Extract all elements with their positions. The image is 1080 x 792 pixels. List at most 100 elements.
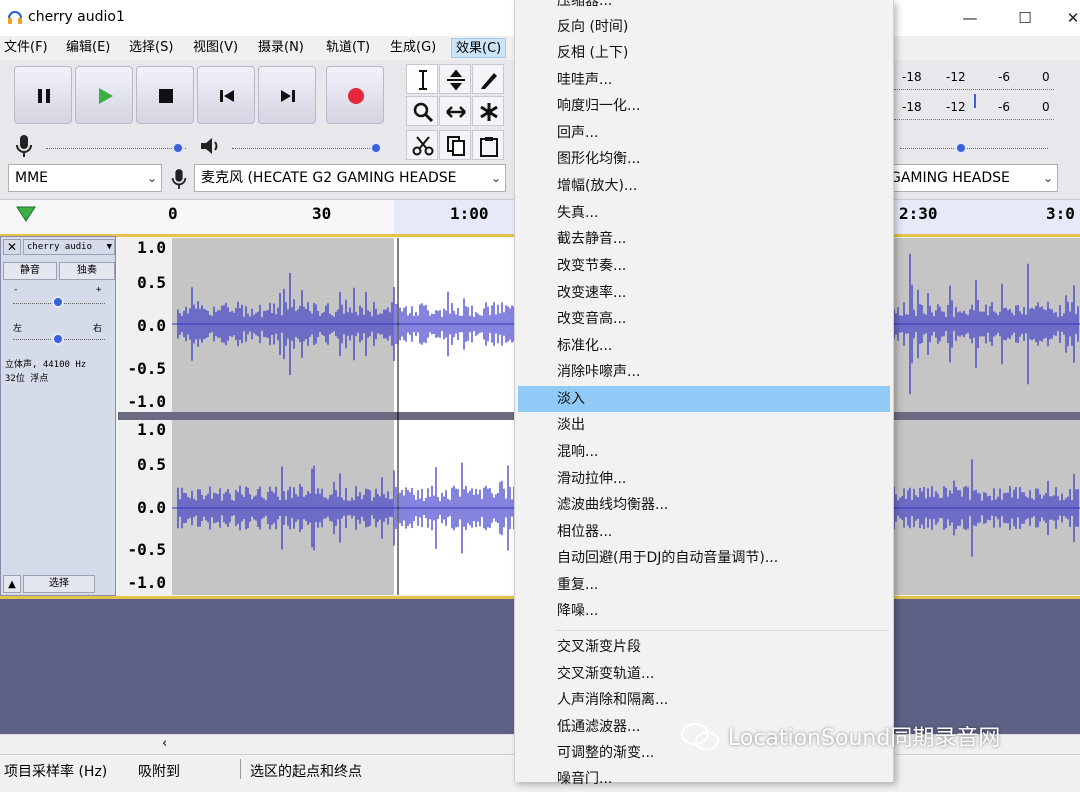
menu-item-vocal-reduction[interactable]: 人声消除和隔离... [518,687,890,713]
skip-to-start-button[interactable] [197,66,255,124]
playback-meter[interactable]: -18 -12 -6 0 [894,94,1054,120]
status-divider [240,759,241,779]
stop-button[interactable] [136,66,194,124]
play-button[interactable] [75,66,133,124]
meter-tick: -18 [902,70,922,84]
menu-tracks[interactable]: 轨道(T) [322,38,374,58]
cut-button[interactable] [406,130,438,160]
track-name-menu[interactable]: cherry audio ▼ [23,239,115,255]
pan-slider[interactable] [52,333,64,345]
skip-to-end-button[interactable] [258,66,316,124]
menu-item-reverb[interactable]: 混响... [518,439,890,465]
record-meter[interactable]: -18 -12 -6 0 [894,68,1054,90]
envelope-tool-button[interactable] [439,64,471,94]
audio-host-select[interactable]: MME ⌄ [8,164,162,192]
scroll-left-icon[interactable]: ‹ [162,736,167,751]
envelope-tool-icon [447,69,465,91]
menu-item-wahwah[interactable]: 哇哇声... [518,67,890,93]
menu-item-fade-in[interactable]: 淡入 [518,386,890,412]
record-volume-slider[interactable] [172,142,184,154]
menu-item-loudness-normalization[interactable]: 响度归一化... [518,93,890,119]
solo-button[interactable]: 独奏 [59,262,115,280]
playback-volume-track [232,148,378,149]
menu-item-invert[interactable]: 反相 (上下) [518,40,890,66]
menu-generate[interactable]: 生成(G) [386,38,440,58]
meter-tick: -12 [946,100,966,114]
playback-device-select[interactable]: GAMING HEADSE ⌄ [884,164,1058,192]
menu-item-change-tempo[interactable]: 改变节奏... [518,253,890,279]
project-rate-label: 项目采样率 (Hz) [4,764,108,780]
track-name: cherry audio [27,242,93,252]
zoom-tool-button[interactable] [406,96,438,126]
play-icon [99,88,113,104]
multi-tool-button[interactable] [472,96,504,126]
chevron-down-icon: ⌄ [1042,171,1053,185]
playback-volume-slider[interactable] [370,142,382,154]
recording-device-value: 麦克风 (HECATE G2 GAMING HEADSE [201,170,457,186]
menu-item-normalize[interactable]: 标准化... [518,333,890,359]
meter-slider[interactable] [955,142,967,154]
multi-tool-icon [480,103,498,121]
menu-item-phaser[interactable]: 相位器... [518,519,890,545]
menu-item-crossfade-tracks[interactable]: 交叉渐变轨道... [518,661,890,687]
menu-item-repeat[interactable]: 重复... [518,572,890,598]
draw-tool-button[interactable] [472,64,504,94]
menu-item-graphic-eq[interactable]: 图形化均衡... [518,146,890,172]
copy-button[interactable] [439,130,471,160]
paste-icon [480,137,498,157]
recording-device-select[interactable]: 麦克风 (HECATE G2 GAMING HEADSE ⌄ [194,164,506,192]
play-head-icon[interactable] [14,204,38,224]
minimize-icon[interactable]: — [955,6,985,30]
gain-slider[interactable] [52,296,64,308]
record-button[interactable] [326,66,384,124]
meter-tick: 0 [1042,100,1050,114]
meter-tick: -12 [946,70,966,84]
menu-item-auto-duck[interactable]: 自动回避(用于DJ的自动音量调节)... [518,545,890,571]
maximize-icon[interactable]: ☐ [1010,6,1040,30]
select-tool-button[interactable] [406,64,438,94]
menu-file[interactable]: 文件(F) [0,38,52,58]
menu-item-sliding-stretch[interactable]: 滑动拉伸... [518,466,890,492]
close-icon[interactable]: ✕ [1058,6,1080,30]
select-tool-icon [419,70,427,90]
menu-item-noise-reduction[interactable]: 降噪... [518,598,890,624]
pause-button[interactable] [14,66,72,124]
menu-item-fade-out[interactable]: 淡出 [518,412,890,438]
menu-effects[interactable]: 效果(C) [451,38,507,58]
menu-item-filter-curve-eq[interactable]: 滤波曲线均衡器... [518,492,890,518]
stop-icon [159,89,173,103]
timeshift-tool-button[interactable] [439,96,471,126]
menu-item-change-pitch[interactable]: 改变音高... [518,306,890,332]
collapse-track-icon[interactable]: ▲ [3,575,21,593]
window-title: cherry audio1 [28,9,125,25]
scale-label: -1.0 [127,392,166,411]
timeline-label: 2:30 [899,204,938,223]
headphones-icon [8,11,22,24]
menu-item-reverse[interactable]: 反向 (时间) [518,14,890,40]
menu-select[interactable]: 选择(S) [125,38,177,58]
scale-label: 0.0 [137,498,166,517]
menu-item-noise-gate[interactable]: 噪音门... [518,766,890,792]
audio-host-value: MME [15,170,49,186]
menu-item-change-speed[interactable]: 改变速率... [518,280,890,306]
close-track-icon[interactable]: ✕ [3,239,21,255]
menu-item-echo[interactable]: 回声... [518,120,890,146]
menu-item-compressor[interactable]: 压缩器... [518,0,890,14]
menu-item-amplify[interactable]: 增幅(放大)... [518,173,890,199]
track-format-info: 立体声, 44100 Hz [5,360,87,370]
menu-item-truncate-silence[interactable]: 截去静音... [518,226,890,252]
menu-item-click-removal[interactable]: 消除咔嚓声... [518,359,890,385]
menu-item-distortion[interactable]: 失真... [518,200,890,226]
menu-record[interactable]: 摄录(N) [254,38,308,58]
mute-button[interactable]: 静音 [3,262,57,280]
paste-button[interactable] [472,130,504,160]
select-track-button[interactable]: 选择 [23,575,95,593]
draw-tool-icon [481,73,497,89]
meter-tick: -6 [998,70,1010,84]
scale-label: -0.5 [127,359,166,378]
menu-view[interactable]: 视图(V) [189,38,242,58]
menu-item-crossfade-clips[interactable]: 交叉渐变片段 [518,634,890,660]
scale-label: 1.0 [137,238,166,257]
gain-minus-label: - [13,285,19,295]
menu-edit[interactable]: 编辑(E) [62,38,114,58]
